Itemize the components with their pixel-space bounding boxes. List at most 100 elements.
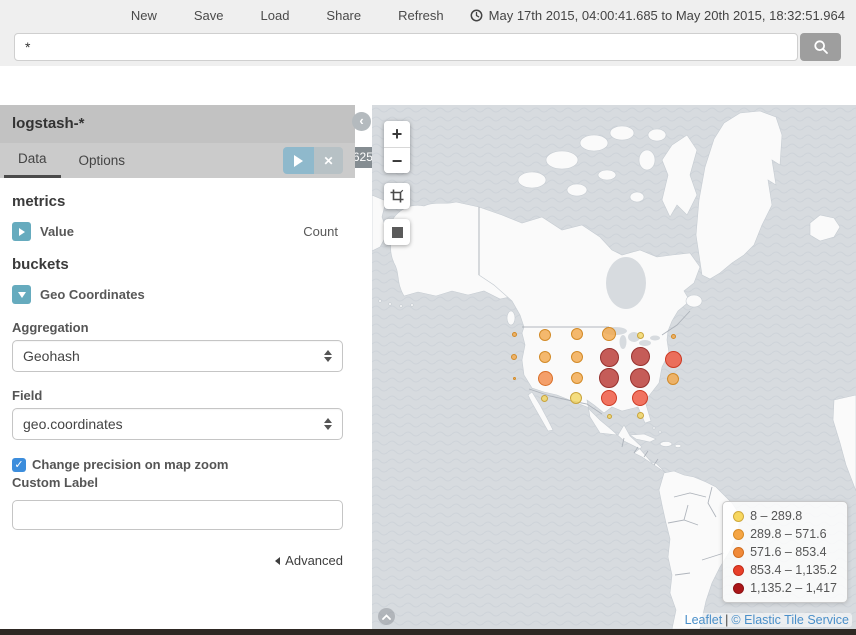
precision-checkbox-row: ✓ Change precision on map zoom (12, 457, 343, 472)
geohash-circle[interactable] (599, 368, 619, 388)
square-icon (392, 227, 403, 238)
tab-data[interactable]: Data (4, 143, 61, 178)
clock-icon (470, 9, 483, 22)
geohash-circle[interactable] (571, 328, 583, 340)
discard-changes-button[interactable]: ✕ (314, 147, 343, 174)
editor-action-buttons: ✕ (283, 147, 343, 174)
metric-value-row: Value Count (12, 222, 343, 241)
geohash-circle[interactable] (602, 327, 616, 341)
fit-bounds-button[interactable] (384, 219, 410, 245)
geohash-circle[interactable] (665, 351, 682, 368)
geohash-circle[interactable] (538, 371, 553, 386)
geohash-circle[interactable] (631, 347, 650, 366)
expand-metric-button[interactable] (12, 222, 31, 241)
legend-item: 853.4 – 1,135.2 (733, 563, 837, 577)
time-range-label: May 17th 2015, 04:00:41.685 to May 20th … (489, 8, 845, 23)
map-attribution: Leaflet|© Elastic Tile Service (682, 613, 852, 627)
geohash-circle[interactable] (539, 329, 551, 341)
crop-icon (390, 189, 404, 203)
legend-swatch-icon (733, 547, 744, 558)
chevron-right-icon (19, 228, 25, 236)
geohash-circle[interactable] (667, 373, 679, 385)
tile-service-link[interactable]: © Elastic Tile Service (731, 613, 849, 627)
geohash-circle[interactable] (601, 390, 617, 406)
refresh-button[interactable]: Refresh (398, 8, 444, 23)
top-chrome: New Save Load Share Refresh May 17th 201… (0, 0, 856, 66)
chevron-left-icon (275, 557, 280, 565)
scroll-top-button[interactable] (378, 608, 395, 625)
advanced-label: Advanced (285, 553, 343, 568)
legend-swatch-icon (733, 529, 744, 540)
time-picker[interactable]: May 17th 2015, 04:00:41.685 to May 20th … (470, 8, 845, 23)
buckets-heading: buckets (12, 256, 343, 273)
search-input[interactable] (14, 33, 798, 61)
geohash-circle[interactable] (607, 414, 612, 419)
aggregation-label: Aggregation (12, 320, 343, 335)
bucket-geo-row: Geo Coordinates (12, 285, 343, 304)
legend-item: 1,135.2 – 1,417 (733, 581, 837, 595)
draw-filter-button[interactable] (384, 183, 410, 209)
geohash-circle[interactable] (671, 334, 676, 339)
bottom-bar (0, 629, 856, 635)
custom-label-label: Custom Label (12, 475, 343, 490)
geohash-circle[interactable] (600, 348, 619, 367)
advanced-toggle[interactable]: Advanced (12, 553, 343, 568)
legend-item: 289.8 – 571.6 (733, 527, 837, 541)
geohash-circle[interactable] (511, 354, 517, 360)
save-button[interactable]: Save (194, 8, 224, 23)
apply-changes-button[interactable] (283, 147, 314, 174)
legend-swatch-icon (733, 565, 744, 576)
select-stepper-icon (324, 418, 332, 430)
index-pattern-title: logstash-* (0, 105, 355, 143)
field-select[interactable]: geo.coordinates (12, 408, 343, 440)
bucket-label: Geo Coordinates (40, 287, 145, 302)
search-icon (813, 39, 829, 55)
geohash-circle[interactable] (637, 412, 644, 419)
filter-bar: geo.coordinates: "{ "lat": 50.7364551370… (0, 66, 856, 105)
zoom-controls: + − (384, 121, 410, 173)
tile-map[interactable]: + − 8 – 289.8 289.8 – 571.6 571.6 – 853.… (372, 105, 856, 629)
collapse-sidebar-button[interactable]: ‹ (352, 112, 371, 131)
metric-type-label: Count (303, 224, 343, 239)
field-selected-value: geo.coordinates (23, 416, 123, 432)
share-button[interactable]: Share (326, 8, 361, 23)
load-button[interactable]: Load (261, 8, 290, 23)
sidebar-content: metrics Value Count buckets Geo Coordina… (0, 193, 355, 568)
legend-swatch-icon (733, 583, 744, 594)
sidebar-tabbar: Data Options ✕ (0, 143, 355, 178)
legend-item: 571.6 – 853.4 (733, 545, 837, 559)
chevron-down-icon (18, 292, 26, 298)
geohash-circle[interactable] (632, 390, 648, 406)
geohash-circle[interactable] (513, 377, 516, 380)
collapse-bucket-button[interactable] (12, 285, 31, 304)
field-label: Field (12, 388, 343, 403)
geohash-circle[interactable] (630, 368, 650, 388)
aggregation-selected-value: Geohash (23, 348, 80, 364)
play-icon (294, 155, 303, 167)
close-icon: ✕ (323, 154, 333, 168)
geohash-circle[interactable] (571, 372, 583, 384)
geohash-circle[interactable] (637, 332, 644, 339)
select-stepper-icon (324, 350, 332, 362)
metric-label: Value (40, 224, 74, 239)
zoom-in-button[interactable]: + (384, 121, 410, 147)
geohash-circle[interactable] (570, 392, 582, 404)
geohash-circle[interactable] (541, 395, 548, 402)
geohash-circle[interactable] (539, 351, 551, 363)
app-toolbar: New Save Load Share Refresh May 17th 201… (0, 0, 856, 30)
precision-checkbox[interactable]: ✓ (12, 458, 26, 472)
leaflet-link[interactable]: Leaflet (685, 613, 723, 627)
legend-swatch-icon (733, 511, 744, 522)
zoom-out-button[interactable]: − (384, 147, 410, 173)
geohash-circle[interactable] (512, 332, 517, 337)
tab-options[interactable]: Options (65, 143, 140, 178)
legend-item: 8 – 289.8 (733, 509, 837, 523)
toolbar-nav: New Save Load Share Refresh (131, 8, 444, 23)
precision-checkbox-label: Change precision on map zoom (32, 457, 228, 472)
metrics-heading: metrics (12, 193, 343, 210)
new-button[interactable]: New (131, 8, 157, 23)
custom-label-input[interactable] (12, 500, 343, 530)
aggregation-select[interactable]: Geohash (12, 340, 343, 372)
geohash-circle[interactable] (571, 351, 583, 363)
search-button[interactable] (800, 33, 841, 61)
